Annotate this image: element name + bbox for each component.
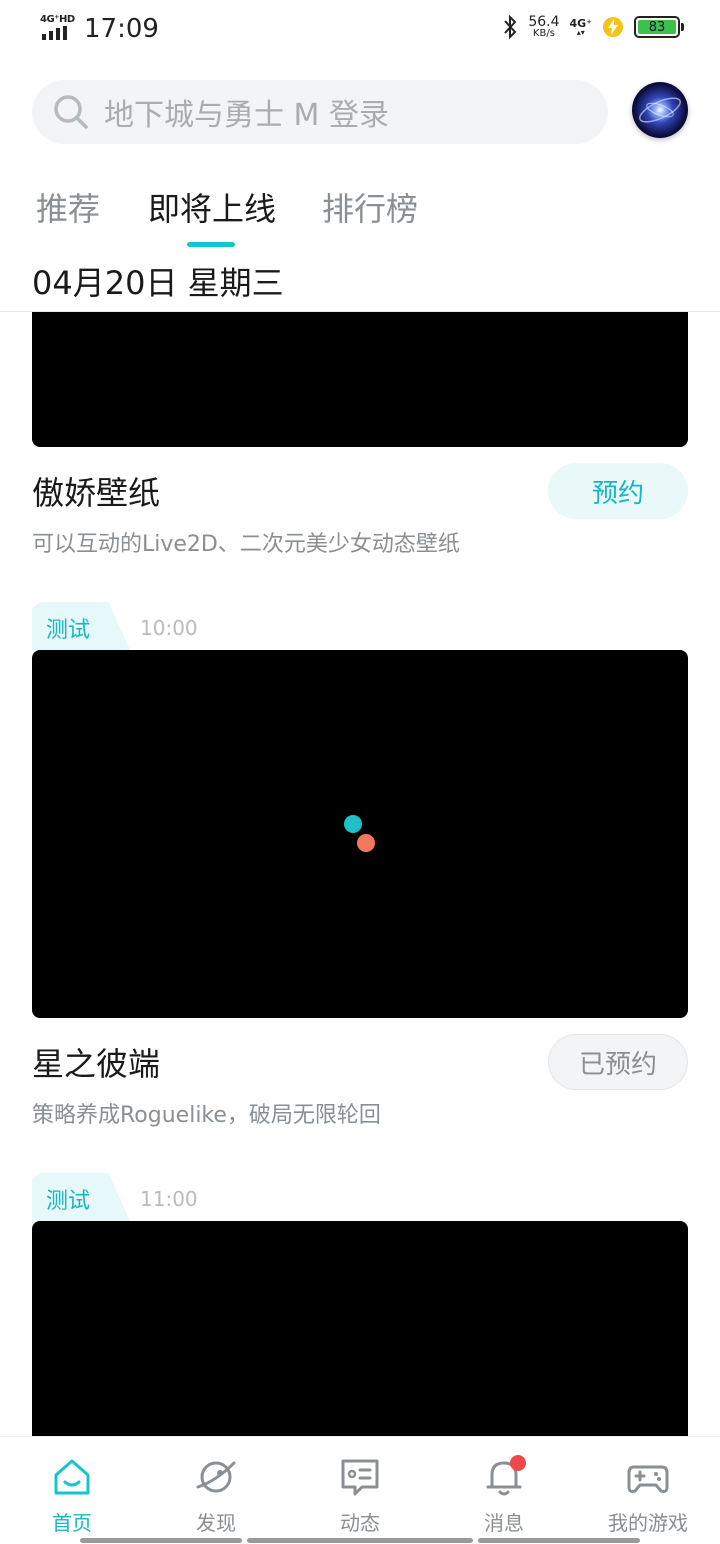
clock: 17:09	[84, 14, 159, 44]
gesture-bar-left[interactable]	[80, 1538, 242, 1543]
status-bar: 4G⁺HD 17:09 56.4 KB/s 4G⁺ ▴▾ 83	[0, 0, 720, 58]
gesture-bar-right[interactable]	[478, 1538, 640, 1543]
nav-feed-label: 动态	[340, 1511, 380, 1535]
date-header: 04月20日 星期三	[32, 264, 284, 302]
charging-icon	[603, 17, 623, 37]
game-description-1: 可以互动的Live2D、二次元美少女动态壁纸	[32, 532, 460, 557]
tab-ranking[interactable]: 排行榜	[322, 184, 418, 230]
nav-home-label: 首页	[52, 1511, 92, 1535]
nav-home[interactable]: 首页	[12, 1455, 132, 1536]
gesture-bar-center[interactable]	[247, 1538, 473, 1543]
search-icon	[54, 95, 88, 129]
gamepad-icon	[627, 1465, 669, 1493]
tab-coming-soon[interactable]: 即将上线	[148, 184, 276, 230]
home-icon	[54, 1459, 90, 1495]
status-right: 56.4 KB/s 4G⁺ ▴▾ 83	[502, 14, 684, 40]
nav-my-games-label: 我的游戏	[608, 1511, 688, 1535]
game-description-2: 策略养成Roguelike，破局无限轮回	[32, 1103, 381, 1128]
bluetooth-icon	[504, 14, 517, 40]
reserved-button-2[interactable]: 已预约	[548, 1034, 688, 1090]
game-title-2[interactable]: 星之彼端	[32, 1039, 160, 1085]
search-placeholder: 地下城与勇士 M 登录	[104, 98, 389, 133]
test-tag-3: 测试	[32, 1173, 130, 1221]
data-arrows-icon: ▴▾	[576, 27, 585, 37]
test-tag-2: 测试	[32, 602, 130, 650]
reserve-button-1[interactable]: 预约	[548, 463, 688, 519]
galaxy-avatar-image	[632, 82, 688, 138]
nav-discover[interactable]: 发现	[156, 1455, 276, 1536]
battery-level: 83	[638, 20, 676, 35]
battery-icon: 83	[634, 16, 684, 38]
release-time-3: 11:00	[140, 1187, 198, 1211]
game-media-3[interactable]	[32, 1221, 688, 1437]
status-left: 4G⁺HD 17:09	[40, 12, 159, 44]
speed-unit: KB/s	[532, 28, 555, 39]
test-tag-label-3: 测试	[46, 1189, 91, 1214]
active-tab-indicator	[187, 242, 235, 247]
avatar[interactable]	[632, 82, 688, 138]
game-media-2[interactable]	[32, 650, 688, 1018]
notification-badge	[510, 1455, 526, 1471]
search-bar[interactable]: 地下城与勇士 M 登录	[32, 80, 608, 144]
nav-messages-label: 消息	[484, 1511, 524, 1535]
network-type-label: 4G⁺HD	[40, 14, 75, 25]
release-time-2: 10:00	[140, 616, 198, 640]
test-tag-label-2: 测试	[46, 618, 91, 643]
planet-icon	[196, 1461, 236, 1493]
game-media-1[interactable]	[32, 312, 688, 447]
signal-icon: 4G⁺HD	[40, 14, 75, 42]
mobile-data-indicator: 4G⁺ ▴▾	[570, 18, 593, 37]
nav-discover-label: 发现	[196, 1511, 236, 1535]
tab-recommend[interactable]: 推荐	[36, 184, 100, 230]
nav-my-games[interactable]: 我的游戏	[588, 1455, 708, 1536]
speed-value: 56.4	[528, 14, 560, 30]
top-tabs: 推荐 即将上线 排行榜	[0, 184, 720, 247]
bottom-nav: 首页 发现 动态 消息 我的游戏	[0, 1436, 720, 1544]
nav-messages[interactable]: 消息	[444, 1455, 564, 1536]
game-title-1[interactable]: 傲娇壁纸	[32, 468, 160, 514]
nav-feed[interactable]: 动态	[300, 1455, 420, 1536]
chat-card-icon	[341, 1459, 379, 1496]
network-speed: 56.4 KB/s	[528, 15, 559, 39]
